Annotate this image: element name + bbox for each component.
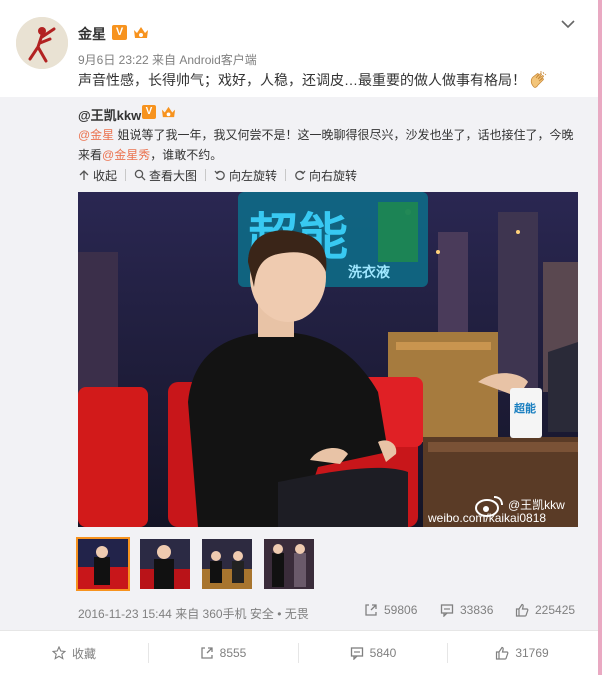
rotate-left-label: 向左旋转 [229, 168, 278, 183]
favorite-label: 收藏 [71, 646, 96, 661]
toolbar-divider [125, 169, 127, 181]
rotate-left-button[interactable]: 向左旋转 [214, 167, 277, 184]
image-toolbar: 收起 查看大图 向左旋转 向右旋转 [78, 167, 363, 183]
comment-action-count: 5840 [369, 646, 397, 660]
like-count: 225425 [535, 603, 576, 617]
toolbar-divider [285, 169, 287, 181]
like-button[interactable]: 31769 [448, 631, 596, 675]
repost-card: @王凯kkw V @金星 姐说等了我一年，我又何尝不是！这一晚聊得很尽兴，沙发也… [0, 97, 598, 630]
zoom-icon [134, 169, 146, 181]
comment-icon [350, 647, 363, 660]
repost-count-button[interactable]: 59806 [364, 603, 417, 617]
thumbnail-3[interactable] [202, 539, 252, 589]
main-photo[interactable]: 超能 洗衣液 [78, 192, 578, 527]
comment-icon [440, 604, 454, 617]
repost-text-tail: ，谁敢不约。 [150, 148, 223, 162]
weibo-post: 金星 V 9月6日 23:22 来自 Android客户端 声音性感，长得帅气；… [0, 0, 598, 675]
toolbar-divider [205, 169, 207, 181]
comment-count: 33836 [460, 603, 494, 617]
post-text-body: 声音性感，长得帅气；戏好，人稳，还调皮…最重要的做人做事有格局！ [78, 72, 526, 88]
page-edge [598, 0, 602, 675]
repost-date: 2016-11-23 15:44 来自 360手机 安全 • 无畏 [78, 607, 309, 621]
share-icon [200, 647, 213, 659]
mention-link[interactable]: @金星 [78, 128, 114, 142]
like-count-button[interactable]: 225425 [515, 603, 575, 617]
rotate-right-icon [295, 170, 306, 181]
thumbnail-strip [76, 537, 326, 591]
like-action-count: 31769 [515, 646, 549, 660]
star-icon [51, 646, 66, 660]
thumbs-up-icon [496, 646, 509, 660]
repost-verified-badge: V [142, 105, 156, 119]
share-icon [365, 604, 377, 616]
view-large-label: 查看大图 [149, 168, 198, 183]
repost-author[interactable]: @王凯kkw [78, 105, 141, 124]
repost-text: @金星 姐说等了我一年，我又何尝不是！这一晚聊得很尽兴，沙发也坐了，话也接住了，… [78, 125, 578, 165]
thumbnail-4[interactable] [264, 539, 314, 589]
clap-icon [530, 71, 547, 88]
crown-badge-icon [134, 27, 148, 38]
watermark-url: weibo.com/kaikai0818 [428, 511, 547, 525]
author-name[interactable]: 金星 [78, 24, 106, 44]
action-bar: 收藏 8555 5840 31769 [0, 630, 598, 675]
favorite-button[interactable]: 收藏 [0, 631, 148, 675]
view-large-button[interactable]: 查看大图 [134, 167, 197, 184]
comment-count-button[interactable]: 33836 [440, 603, 493, 617]
collapse-label: 收起 [93, 168, 118, 183]
repost-button[interactable]: 8555 [149, 631, 297, 675]
collapse-button[interactable]: 收起 [78, 167, 117, 184]
repost-action-count: 8555 [219, 646, 247, 660]
post-text: 声音性感，长得帅气；戏好，人稳，还调皮…最重要的做人做事有格局！ [78, 70, 548, 90]
collapse-icon [79, 170, 89, 180]
rotate-right-button[interactable]: 向右旋转 [294, 167, 357, 184]
thumbs-up-icon [515, 603, 529, 617]
thumbnail-1[interactable] [76, 537, 130, 591]
repost-crown-icon [161, 106, 176, 118]
mention-link[interactable]: @金星秀 [102, 148, 150, 162]
verified-badge: V [112, 25, 127, 40]
comment-button[interactable]: 5840 [299, 631, 447, 675]
author-avatar[interactable] [16, 17, 68, 69]
rotate-left-icon [214, 170, 225, 181]
thumbnail-2[interactable] [140, 539, 190, 589]
sign-subtext: 洗衣液 [348, 264, 391, 281]
cup-text: 超能 [513, 401, 536, 415]
repost-count: 59806 [384, 603, 418, 617]
chevron-down-icon[interactable] [560, 18, 576, 30]
post-meta: 9月6日 23:22 来自 Android客户端 [78, 53, 257, 67]
rotate-right-label: 向右旋转 [309, 168, 358, 183]
